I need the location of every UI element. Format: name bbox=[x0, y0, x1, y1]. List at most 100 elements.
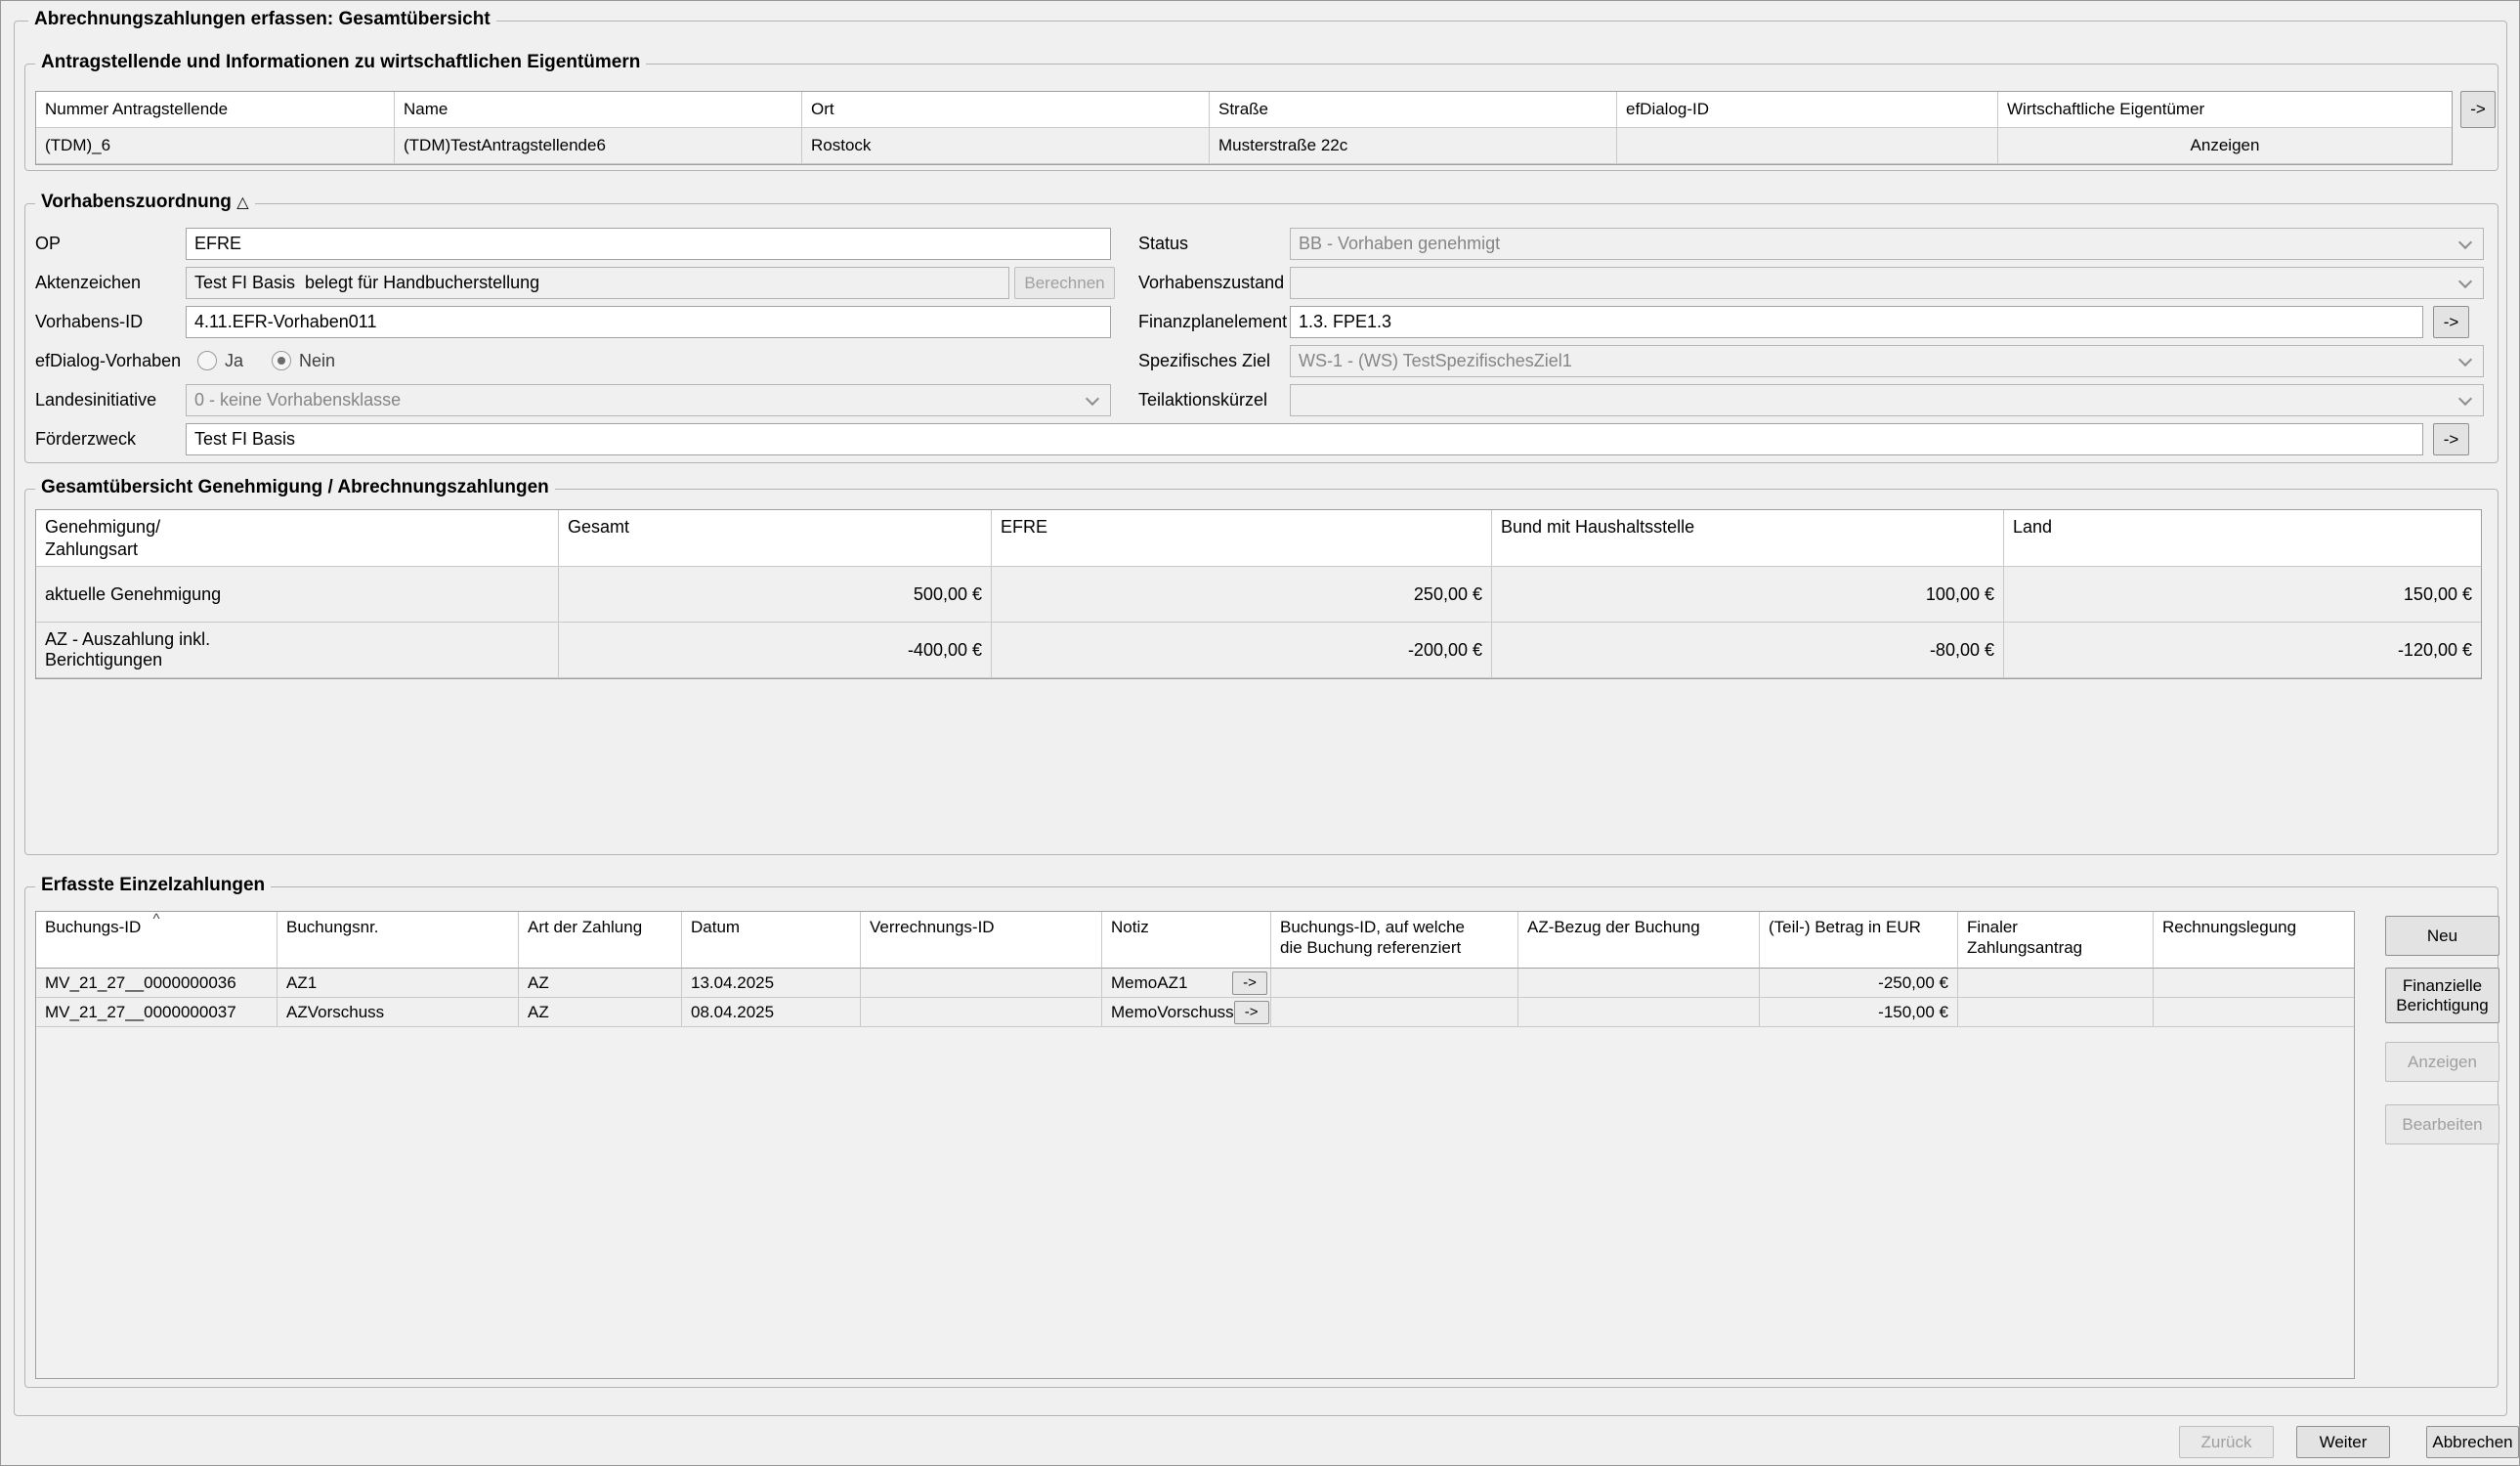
cell-ref-buchungs-id bbox=[1271, 969, 1518, 998]
cell-verrechnungs-id bbox=[861, 969, 1102, 998]
wirtschaftliche-eigentuemer-anzeigen-button[interactable]: Anzeigen bbox=[1998, 128, 2452, 164]
payments-col-header-buchungsnr[interactable]: Buchungsnr. bbox=[278, 912, 519, 969]
chevron-down-icon bbox=[2458, 392, 2472, 406]
applicant-section: Antragstellende und Informationen zu wir… bbox=[24, 64, 2499, 171]
payments-col-header-buchungs-id-text: Buchungs-ID bbox=[45, 917, 141, 937]
payments-col-header-buchungs-id[interactable]: ^ Buchungs-ID bbox=[36, 912, 278, 969]
cell-finaler-zahlungsantrag bbox=[1958, 998, 2154, 1027]
summary-col-header-art: Genehmigung/ Zahlungsart bbox=[36, 510, 559, 567]
neu-button[interactable]: Neu bbox=[2385, 916, 2499, 956]
status-dropdown: BB - Vorhaben genehmigt bbox=[1290, 228, 2484, 260]
payments-col-header-datum[interactable]: Datum bbox=[682, 912, 861, 969]
summary-table: Genehmigung/ Zahlungsart Gesamt EFRE Bun… bbox=[35, 509, 2482, 679]
cell-buchungs-id: MV_21_27__0000000037 bbox=[36, 998, 278, 1027]
berechnen-button: Berechnen bbox=[1014, 267, 1115, 299]
chevron-down-icon bbox=[2458, 236, 2472, 249]
summary-cell-efre: -200,00 € bbox=[992, 623, 1492, 678]
summary-cell-bund: 100,00 € bbox=[1492, 567, 2004, 623]
weiter-button[interactable]: Weiter bbox=[2296, 1426, 2390, 1458]
status-label: Status bbox=[1138, 228, 1188, 260]
payments-header-row: ^ Buchungs-ID Buchungsnr. Art der Zahlun… bbox=[36, 912, 2354, 969]
zurueck-button: Zurück bbox=[2179, 1426, 2274, 1458]
anzeigen-button: Anzeigen bbox=[2385, 1042, 2499, 1082]
payments-section: Erfasste Einzelzahlungen ^ Buchungs-ID B… bbox=[24, 886, 2499, 1388]
cell-verrechnungs-id bbox=[861, 998, 1102, 1027]
payments-col-header-az-bezug[interactable]: AZ-Bezug der Buchung bbox=[1518, 912, 1760, 969]
applicant-cell-efdialog-id[interactable] bbox=[1617, 128, 1998, 164]
vorhabenszustand-dropdown bbox=[1290, 267, 2484, 299]
applicant-col-header-efdialog-id: efDialog-ID bbox=[1617, 92, 1998, 128]
vorhabenszustand-label: Vorhabenszustand bbox=[1138, 267, 1284, 299]
aktenzeichen-input bbox=[186, 267, 1009, 299]
op-label: OP bbox=[35, 228, 61, 260]
collapse-triangle-icon[interactable]: △ bbox=[236, 194, 248, 211]
cell-betrag: -250,00 € bbox=[1760, 969, 1958, 998]
notiz-open-arrow-button[interactable]: -> bbox=[1234, 1001, 1269, 1024]
applicant-col-header-ort: Ort bbox=[802, 92, 1210, 128]
applicant-cell-ort[interactable]: Rostock bbox=[802, 128, 1210, 164]
summary-cell-bund: -80,00 € bbox=[1492, 623, 2004, 678]
payments-col-header-notiz[interactable]: Notiz bbox=[1102, 912, 1271, 969]
summary-section: Gesamtübersicht Genehmigung / Abrechnung… bbox=[24, 489, 2499, 855]
cell-az-bezug bbox=[1518, 998, 1760, 1027]
finanzplanelement-lookup-arrow-button[interactable]: -> bbox=[2433, 306, 2469, 338]
payments-table: ^ Buchungs-ID Buchungsnr. Art der Zahlun… bbox=[35, 911, 2355, 1379]
efdialog-nein-radio-label: Nein bbox=[299, 345, 335, 377]
payments-col-header-betrag[interactable]: (Teil-) Betrag in EUR bbox=[1760, 912, 1958, 969]
cell-buchungsnr: AZ1 bbox=[278, 969, 519, 998]
cell-notiz: MemoAZ1 -> bbox=[1102, 969, 1271, 998]
cell-rechnungslegung bbox=[2154, 969, 2354, 998]
summary-cell-land: 150,00 € bbox=[2004, 567, 2481, 623]
summary-cell-efre: 250,00 € bbox=[992, 567, 1492, 623]
vorhabens-id-input[interactable] bbox=[186, 306, 1111, 338]
bearbeiten-button: Bearbeiten bbox=[2385, 1104, 2499, 1144]
applicant-col-header-strasse: Straße bbox=[1210, 92, 1617, 128]
efdialog-ja-radio bbox=[197, 351, 217, 370]
application-window: Abrechnungszahlungen erfassen: Gesamtübe… bbox=[0, 0, 2520, 1466]
foerderzweck-input[interactable] bbox=[186, 423, 2423, 455]
payments-row[interactable]: MV_21_27__0000000037 AZVorschuss AZ 08.0… bbox=[36, 998, 2354, 1027]
payments-row[interactable]: MV_21_27__0000000036 AZ1 AZ 13.04.2025 M… bbox=[36, 969, 2354, 998]
foerderzweck-lookup-arrow-button[interactable]: -> bbox=[2433, 423, 2469, 455]
applicant-details-arrow-button[interactable]: -> bbox=[2460, 91, 2496, 128]
applicant-col-header-eigentuemer: Wirtschaftliche Eigentümer bbox=[1998, 92, 2452, 128]
payments-col-header-rechnungslegung[interactable]: Rechnungslegung bbox=[2154, 912, 2354, 969]
applicant-section-title: Antragstellende und Informationen zu wir… bbox=[35, 52, 646, 73]
applicant-cell-name[interactable]: (TDM)TestAntragstellende6 bbox=[395, 128, 802, 164]
status-value: BB - Vorhaben genehmigt bbox=[1299, 234, 1500, 253]
cell-buchungs-id: MV_21_27__0000000036 bbox=[36, 969, 278, 998]
notiz-text: MemoVorschuss bbox=[1111, 1003, 1234, 1022]
teilaktionskuerzel-dropdown bbox=[1290, 384, 2484, 416]
summary-section-title: Gesamtübersicht Genehmigung / Abrechnung… bbox=[35, 477, 555, 498]
aktenzeichen-label: Aktenzeichen bbox=[35, 267, 141, 299]
finanzplanelement-input[interactable] bbox=[1290, 306, 2423, 338]
applicant-col-header-name: Name bbox=[395, 92, 802, 128]
payments-col-header-art[interactable]: Art der Zahlung bbox=[519, 912, 682, 969]
vorhaben-section-title: Vorhabenszuordnung △ bbox=[35, 192, 255, 213]
chevron-down-icon bbox=[1086, 392, 1099, 406]
chevron-down-icon bbox=[2458, 275, 2472, 288]
applicant-cell-nummer[interactable]: (TDM)_6 bbox=[36, 128, 395, 164]
cell-buchungsnr: AZVorschuss bbox=[278, 998, 519, 1027]
payments-col-header-verrechnungs-id[interactable]: Verrechnungs-ID bbox=[861, 912, 1102, 969]
spezifisches-ziel-label: Spezifisches Ziel bbox=[1138, 345, 1270, 377]
finanzielle-berichtigung-button[interactable]: Finanzielle Berichtigung bbox=[2385, 968, 2499, 1023]
summary-col-header-gesamt: Gesamt bbox=[559, 510, 992, 567]
summary-col-header-land: Land bbox=[2004, 510, 2481, 567]
summary-cell-art: aktuelle Genehmigung bbox=[36, 567, 559, 623]
summary-cell-gesamt: -400,00 € bbox=[559, 623, 992, 678]
payments-col-header-ref-buchungs-id[interactable]: Buchungs-ID, auf welche die Buchung refe… bbox=[1271, 912, 1518, 969]
summary-col-header-efre: EFRE bbox=[992, 510, 1492, 567]
abbrechen-button[interactable]: Abbrechen bbox=[2426, 1426, 2519, 1458]
applicant-col-header-nummer: Nummer Antragstellende bbox=[36, 92, 395, 128]
applicant-cell-strasse[interactable]: Musterstraße 22c bbox=[1210, 128, 1617, 164]
op-input[interactable] bbox=[186, 228, 1111, 260]
cell-ref-buchungs-id bbox=[1271, 998, 1518, 1027]
sort-ascending-icon: ^ bbox=[152, 912, 159, 927]
summary-cell-gesamt: 500,00 € bbox=[559, 567, 992, 623]
cell-datum: 08.04.2025 bbox=[682, 998, 861, 1027]
notiz-text: MemoAZ1 bbox=[1111, 973, 1187, 993]
cell-art: AZ bbox=[519, 969, 682, 998]
payments-col-header-finaler-zahlungsantrag[interactable]: Finaler Zahlungsantrag bbox=[1958, 912, 2154, 969]
notiz-open-arrow-button[interactable]: -> bbox=[1232, 971, 1267, 995]
